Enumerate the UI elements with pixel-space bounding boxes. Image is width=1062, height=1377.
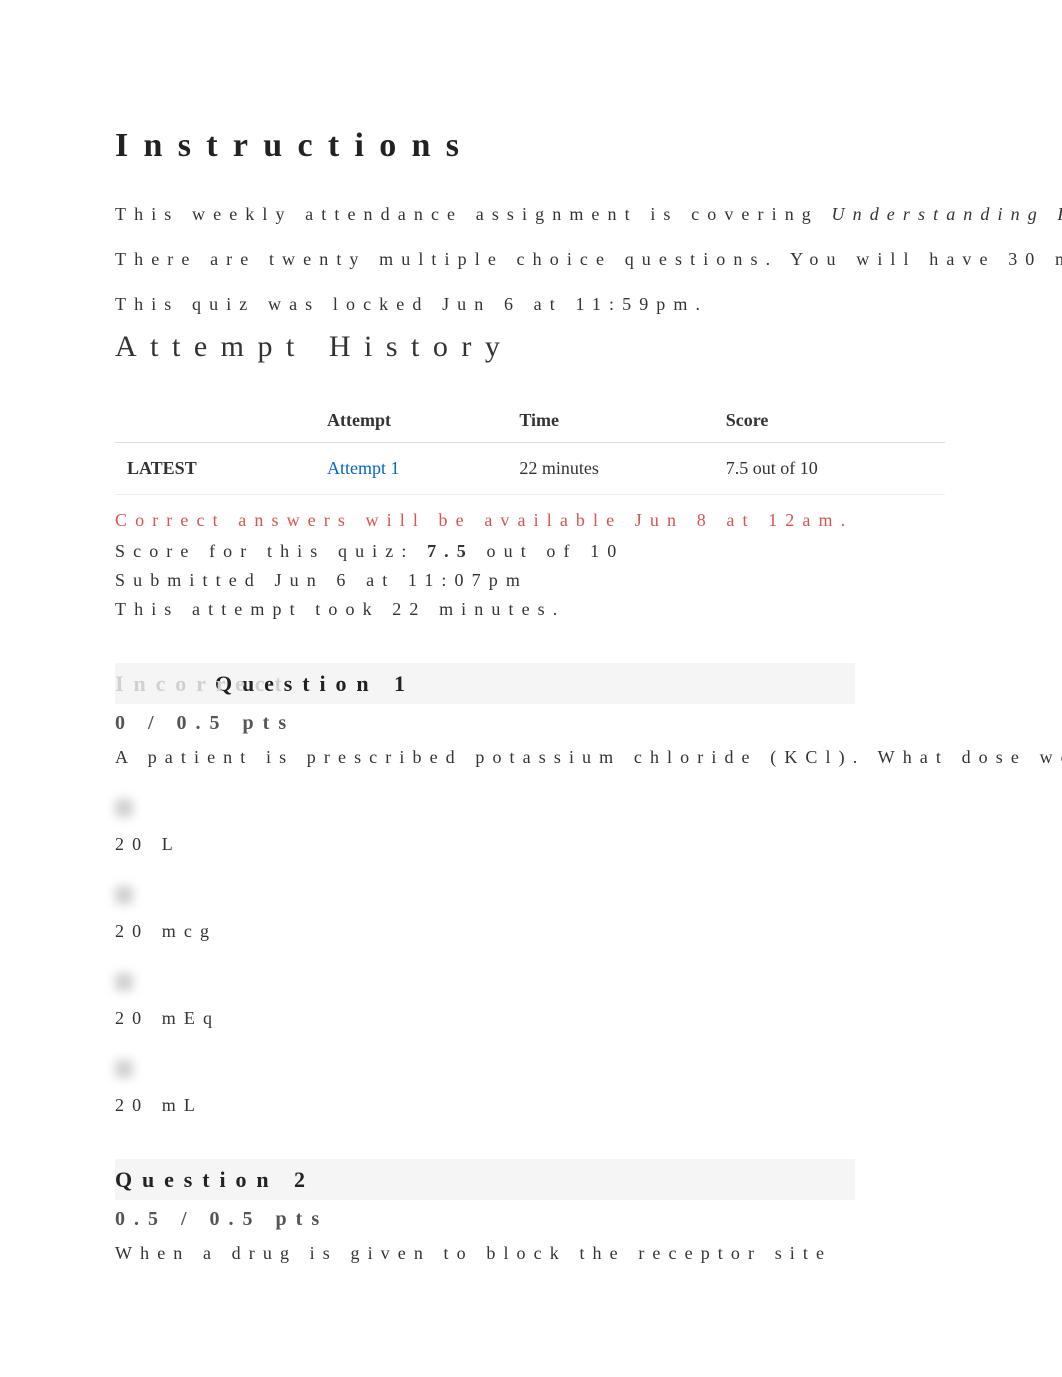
- attempt-link[interactable]: Attempt 1: [327, 458, 400, 478]
- answer-option: 20 mEq: [115, 973, 1062, 1032]
- attempt-took-line: This attempt took 22 minutes.: [115, 596, 1062, 623]
- question-1-points: 0 / 0.5 pts: [115, 708, 1062, 738]
- book-title: Understanding Pharmacology Essentials fo…: [832, 204, 1062, 224]
- instructions-line-2: There are twenty multiple choice questio…: [115, 246, 1062, 273]
- col-attempt: Attempt: [315, 399, 507, 443]
- col-score: Score: [714, 399, 945, 443]
- blurred-marker-icon: [115, 973, 133, 991]
- instr1-prefix: This weekly attendance assignment is cov…: [115, 204, 832, 224]
- score-value: 7.5: [427, 541, 474, 561]
- answer-text: 20 L: [115, 834, 181, 854]
- question-1-text: A patient is prescribed potassium chlori…: [115, 744, 1062, 771]
- table-header-row: Attempt Time Score: [115, 399, 945, 443]
- score-cell: 7.5 out of 10: [714, 443, 945, 495]
- blurred-marker-icon: [115, 799, 133, 817]
- question-2-header: Question 2: [115, 1159, 855, 1200]
- submitted-line: Submitted Jun 6 at 11:07pm: [115, 567, 1062, 594]
- question-1-header: Incorrect Question 1: [115, 663, 855, 704]
- latest-badge: LATEST: [115, 443, 315, 495]
- correct-answers-note: Correct answers will be available Jun 8 …: [115, 507, 1062, 534]
- attempt-cell: Attempt 1: [315, 443, 507, 495]
- incorrect-label: Incorrect: [115, 667, 292, 700]
- col-blank: [115, 399, 315, 443]
- attempt-history-heading: Attempt History: [115, 324, 1062, 369]
- instructions-heading: Instructions: [115, 120, 1062, 171]
- blurred-marker-icon: [115, 886, 133, 904]
- answer-text: 20 mL: [115, 1095, 203, 1115]
- attempt-history-table: Attempt Time Score LATEST Attempt 1 22 m…: [115, 399, 945, 495]
- score-suffix: out of 10: [474, 541, 625, 561]
- answer-option: 20 mL: [115, 1060, 1062, 1119]
- answer-text: 20 mcg: [115, 921, 217, 941]
- score-prefix: Score for this quiz:: [115, 541, 427, 561]
- question-1-block: Incorrect Question 1 0 / 0.5 pts A patie…: [115, 663, 1062, 1119]
- quiz-locked-note: This quiz was locked Jun 6 at 11:59pm.: [115, 291, 1062, 318]
- score-summary: Score for this quiz: 7.5 out of 10: [115, 538, 1062, 565]
- col-time: Time: [507, 399, 713, 443]
- question-2-block: Question 2 0.5 / 0.5 pts When a drug is …: [115, 1159, 1062, 1267]
- time-cell: 22 minutes: [507, 443, 713, 495]
- question-2-text: When a drug is given to block the recept…: [115, 1240, 1062, 1267]
- question-2-points: 0.5 / 0.5 pts: [115, 1204, 1062, 1234]
- instructions-line-1: This weekly attendance assignment is cov…: [115, 201, 1062, 228]
- table-row: LATEST Attempt 1 22 minutes 7.5 out of 1…: [115, 443, 945, 495]
- question-2-title: Question 2: [115, 1163, 315, 1196]
- answer-option: 20 mcg: [115, 886, 1062, 945]
- blurred-marker-icon: [115, 1060, 133, 1078]
- answer-option: 20 L: [115, 799, 1062, 858]
- answer-text: 20 mEq: [115, 1008, 220, 1028]
